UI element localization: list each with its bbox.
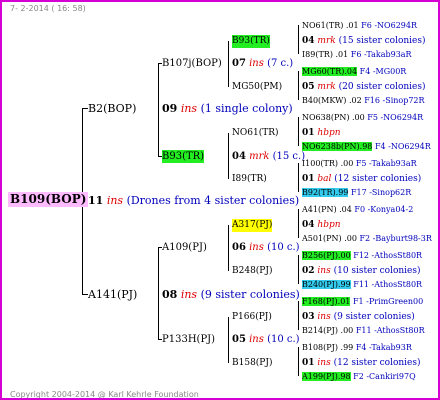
gp-drone[interactable]: B93(TR) — [162, 150, 205, 163]
ggp-node[interactable]: P166(PJ) — [232, 311, 272, 324]
parent-info: 08 ins (9 sister colonies) — [162, 288, 300, 301]
ggp-info: 03 ins (9 sister colonies) — [302, 312, 415, 322]
g4-row[interactable]: NO638(PN) .00 F5 -NO6294R — [302, 111, 423, 124]
connector — [298, 209, 299, 238]
g4-row[interactable]: I89(TR) .01 F6 -Takab93aR — [302, 48, 412, 61]
ggp-info: 01 hbpn — [302, 128, 341, 138]
ggp-info: 04 mrk (15 sister colonies) — [302, 36, 426, 46]
parent-queen[interactable]: B2(BOP) — [88, 102, 136, 115]
gp-info: 05 ins (10 c.) — [232, 334, 300, 345]
ggp-node[interactable]: NO61(TR) — [232, 127, 279, 140]
gp-info: 04 mrk (15 c.) — [232, 151, 306, 162]
connector — [298, 25, 299, 54]
root-info: 11 ins (Drones from 4 sister colonies) — [88, 194, 299, 207]
ggp-node[interactable]: B158(PJ) — [232, 357, 272, 370]
connector — [228, 317, 229, 363]
connector — [298, 301, 299, 330]
g4-row[interactable]: A41(PN) .04 F0 -Konya04-2 — [302, 203, 413, 216]
connector — [158, 63, 159, 156]
connector — [298, 255, 299, 284]
ggp-info: 04 hbpn — [302, 220, 341, 230]
ggp-node[interactable]: MG50(PM) — [232, 81, 282, 94]
connector — [298, 163, 299, 192]
g4-row[interactable]: B108(PJ) .99 F4 -Takab93R — [302, 341, 412, 354]
g4-row[interactable]: A501(PN) .00 F2 -Bayburt98-3R — [302, 232, 432, 245]
g4-row[interactable]: MG60(TR).04 F4 -MG00R — [302, 65, 406, 78]
ggp-info: 01 ins (12 sister colonies) — [302, 358, 421, 368]
connector — [298, 347, 299, 376]
g4-row[interactable]: A199(PJ).98 F2 -Cankiri97Q — [302, 370, 416, 383]
connector — [228, 225, 229, 271]
pedigree-frame: 7- 2-2014 ( 16: 58) B109(BOP) 11 ins (Dr… — [0, 0, 440, 400]
root-note: (Drones from 4 sister colonies) — [126, 194, 300, 207]
ggp-node[interactable]: B248(PJ) — [232, 265, 272, 278]
root-generation: 11 — [88, 194, 104, 207]
root-insemination: ins — [106, 194, 124, 207]
g4-row[interactable]: B256(PJ).00 F12 -AthosSt80R — [302, 249, 422, 262]
ggp-info: 02 ins (10 sister colonies) — [302, 266, 421, 276]
connector — [228, 41, 229, 87]
parent-drone[interactable]: A141(PJ) — [88, 288, 137, 301]
g4-row[interactable]: B214(PJ) .00 F11 -AthosSt80R — [302, 324, 425, 337]
root-queen[interactable]: B109(BOP) — [8, 192, 89, 207]
parent-info: 09 ins (1 single colony) — [162, 102, 293, 115]
gp-info: 07 ins (7 c.) — [232, 58, 294, 69]
gp-drone[interactable]: P133H(PJ) — [162, 333, 215, 346]
ggp-node[interactable]: I89(TR) — [232, 173, 267, 186]
ggp-node[interactable]: A317(PJ) — [232, 219, 273, 232]
ggp-info: 01 bal (12 sister colonies) — [302, 174, 422, 184]
gp-queen[interactable]: A109(PJ) — [162, 241, 207, 254]
connector — [298, 71, 299, 100]
g4-row[interactable]: F168(PJ).01 F1 -PrimGreen00 — [302, 295, 423, 308]
g4-row[interactable]: B240(PJ).99 F11 -AthosSt80R — [302, 278, 422, 291]
g4-row[interactable]: NO61(TR) .01 F6 -NO6294R — [302, 19, 417, 32]
g4-row[interactable]: I100(TR) .00 F5 -Takab93aR — [302, 157, 417, 170]
gp-queen[interactable]: B107j(BOP) — [162, 57, 222, 70]
ggp-node[interactable]: B93(TR) — [232, 35, 270, 48]
gp-info: 06 ins (10 c.) — [232, 242, 300, 253]
g4-row[interactable]: NO6238b(PN).98 F4 -NO6294R — [302, 140, 431, 153]
ggp-info: 05 mrk (20 sister colonies) — [302, 82, 426, 92]
timestamp: 7- 2-2014 ( 16: 58) — [10, 4, 86, 13]
connector — [298, 117, 299, 146]
g4-row[interactable]: B40(MKW) .02 F16 -Sinop72R — [302, 94, 425, 107]
connector — [158, 247, 159, 339]
connector — [228, 133, 229, 179]
copyright: Copyright 2004-2014 @ Karl Kehrle Founda… — [10, 390, 199, 399]
g4-row[interactable]: B92(TR).99 F17 -Sinop62R — [302, 186, 411, 199]
